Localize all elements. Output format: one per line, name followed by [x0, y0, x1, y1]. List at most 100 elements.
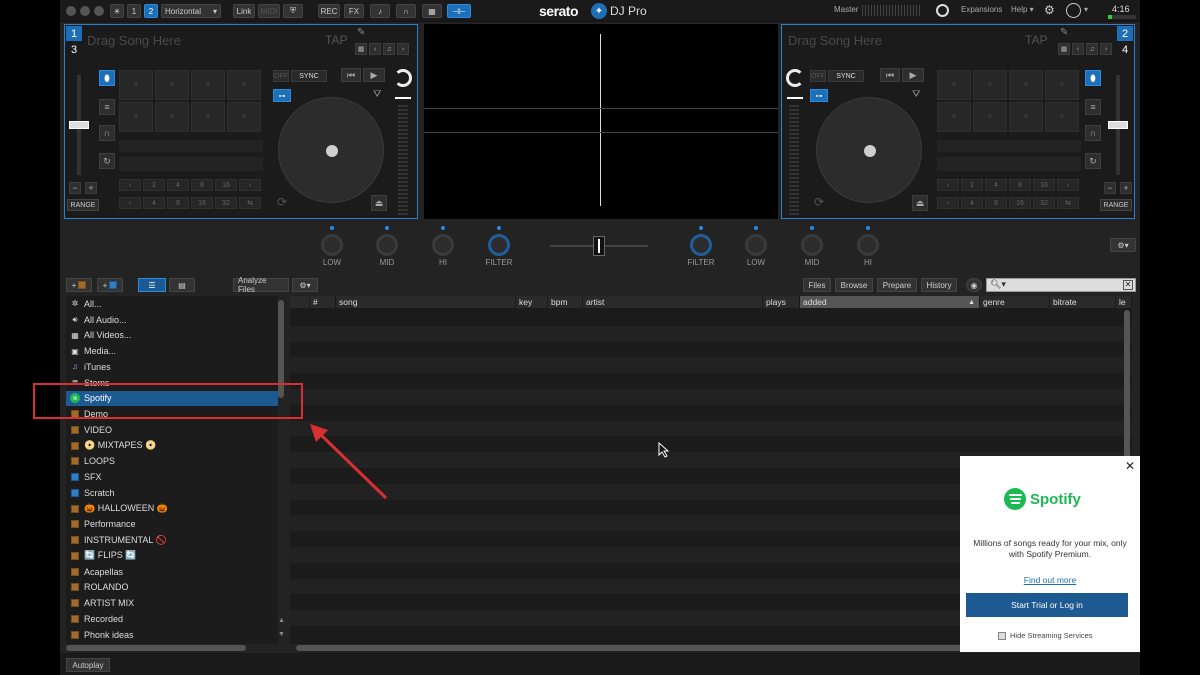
range-button[interactable]: RANGE — [1100, 199, 1132, 211]
autoloop-16[interactable]: 16 — [1009, 197, 1031, 209]
hotcue-pad[interactable]: + — [191, 102, 225, 132]
autoloop-8[interactable]: 8 — [191, 179, 213, 191]
deck-number-1[interactable]: 1 — [66, 26, 82, 41]
plus-icon[interactable]: + — [1120, 182, 1132, 194]
crate-item[interactable]: 📀 MIXTAPES 📀 — [66, 438, 278, 454]
autoloop-4[interactable]: 4 — [985, 179, 1007, 191]
autoloop-16[interactable]: 16 — [215, 179, 237, 191]
eject-icon[interactable]: ⏏ — [912, 195, 928, 211]
off-button[interactable]: OFF — [810, 70, 826, 82]
crate-item[interactable]: 🔄 FLIPS 🔄 — [66, 548, 278, 564]
play-icon[interactable]: ▶ — [363, 68, 385, 82]
shield-icon[interactable]: ⛨ — [283, 4, 303, 18]
tap-button[interactable]: TAP — [325, 33, 347, 47]
chevron-left-icon[interactable]: ‹ — [369, 43, 381, 55]
autoloop-4[interactable]: 4 — [143, 197, 165, 209]
sync-button[interactable]: SYNC — [291, 70, 327, 82]
minus-icon[interactable]: − — [1104, 182, 1116, 194]
eject-icon[interactable]: ⏏ — [371, 195, 387, 211]
headphones-icon[interactable]: ∩ — [1085, 125, 1101, 141]
column-header-added[interactable]: added ▲ — [800, 296, 980, 308]
hotcue-pad[interactable]: + — [973, 70, 1007, 100]
crate-item[interactable]: ▦ All Videos... — [66, 328, 278, 344]
add-smart-crate-button[interactable]: + — [97, 278, 123, 292]
autoloop-4[interactable]: 4 — [167, 179, 189, 191]
loop-roll-icon[interactable]: ⇆ — [1057, 197, 1079, 209]
midi-button[interactable]: MIDI — [258, 4, 280, 18]
serato-account-icon[interactable] — [936, 4, 949, 17]
close-icon[interactable]: ✕ — [1125, 459, 1135, 473]
pitch-slider-thumb[interactable] — [69, 121, 89, 129]
range-button[interactable]: RANGE — [67, 199, 99, 211]
table-row[interactable] — [290, 310, 1132, 326]
table-row[interactable] — [290, 325, 1132, 342]
slip-icon[interactable]: ⟳ — [277, 195, 287, 209]
eq-mid-knob-right[interactable] — [801, 234, 823, 256]
chevron-right-icon[interactable]: › — [239, 179, 261, 191]
library-settings-gear-icon[interactable]: ⚙▾ — [292, 278, 318, 292]
hotcue-pad[interactable]: + — [191, 70, 225, 100]
eq-low-knob-left[interactable] — [321, 234, 343, 256]
spotify-small-icon[interactable]: ◉ — [966, 278, 982, 292]
hotcue-pad[interactable]: + — [1045, 70, 1079, 100]
quantize-icon[interactable]: ⊶ — [273, 89, 291, 102]
column-header-bitrate[interactable]: bitrate — [1050, 296, 1116, 308]
list-view-icon[interactable]: ☰ — [138, 278, 166, 292]
crate-item[interactable]: ROLANDO — [66, 580, 278, 596]
crate-item[interactable]: 🎃 HALLOWEEN 🎃 — [66, 501, 278, 517]
hotcue-pad[interactable]: + — [155, 70, 189, 100]
previous-track-icon[interactable]: ⏮ — [341, 68, 361, 82]
column-header-genre[interactable]: genre — [980, 296, 1050, 308]
find-out-more-link[interactable]: Find out more — [960, 575, 1140, 585]
sync-button[interactable]: SYNC — [828, 70, 864, 82]
hotcue-pad[interactable]: + — [937, 102, 971, 132]
prepare-button[interactable]: Prepare — [877, 278, 917, 292]
window-zoom-dot[interactable] — [94, 6, 104, 16]
jog-platter[interactable] — [816, 97, 922, 203]
crate-item[interactable]: ARTIST MIX — [66, 595, 278, 611]
tap-button[interactable]: TAP — [1025, 33, 1047, 47]
crate-item[interactable]: ▣ Media... — [66, 343, 278, 359]
hotcue-pad[interactable]: + — [119, 102, 153, 132]
sidebar-hscrollbar[interactable] — [66, 645, 246, 651]
help-menu[interactable]: Help ▾ — [1011, 5, 1034, 14]
history-button[interactable]: History — [921, 278, 957, 292]
chevron-left-icon[interactable]: ‹ — [937, 179, 959, 191]
loop-slot[interactable] — [937, 157, 1081, 171]
crate-item[interactable]: ✲ All... — [66, 296, 278, 312]
crate-item[interactable]: Scratch — [66, 485, 278, 501]
track-list-scrollbar-thumb[interactable] — [1124, 310, 1130, 460]
mixer-settings-gear-icon[interactable]: ⚙▾ — [1110, 238, 1136, 252]
hotcue-pad[interactable]: + — [937, 70, 971, 100]
window-close-dot[interactable] — [66, 6, 76, 16]
autoloop-8[interactable]: 8 — [985, 197, 1007, 209]
previous-track-icon[interactable]: ⏮ — [880, 68, 900, 82]
crate-item[interactable]: Acapellas — [66, 564, 278, 580]
crate-item[interactable]: SFX — [66, 469, 278, 485]
filter-funnel-icon[interactable]: ⛛ — [912, 89, 920, 100]
deck-number-2[interactable]: 2 — [1117, 26, 1133, 41]
plus-icon[interactable]: + — [85, 182, 97, 194]
waveform-display[interactable] — [424, 24, 778, 219]
table-row[interactable] — [290, 389, 1132, 405]
deck-number-3[interactable]: 3 — [66, 42, 82, 57]
chevron-right-icon[interactable]: › — [1100, 43, 1112, 55]
sampler-icon[interactable]: ♪ — [370, 4, 390, 18]
list-icon[interactable]: ≡ — [99, 99, 115, 115]
table-row[interactable] — [290, 373, 1132, 389]
crate-item[interactable]: Performance — [66, 517, 278, 533]
album-view-icon[interactable]: ▤ — [169, 278, 195, 292]
mixer-icon[interactable]: ⊣⊢ — [447, 4, 471, 18]
hotcue-pad[interactable]: + — [227, 102, 261, 132]
drag-song-placeholder[interactable]: Drag Song Here — [788, 33, 882, 48]
chevron-right-icon[interactable]: › — [1057, 179, 1079, 191]
checkbox-box[interactable] — [998, 631, 1006, 640]
clear-search-icon[interactable]: ✕ — [1123, 280, 1133, 290]
autoloop-8[interactable]: 8 — [1009, 179, 1031, 191]
hide-streaming-checkbox[interactable]: Hide Streaming Services — [998, 631, 1093, 640]
deck-number-4[interactable]: 4 — [1117, 42, 1133, 57]
jog-platter[interactable] — [278, 97, 384, 203]
loop-roll-icon[interactable]: ⇆ — [239, 197, 261, 209]
off-button[interactable]: OFF — [273, 70, 289, 82]
window-minimize-dot[interactable] — [80, 6, 90, 16]
